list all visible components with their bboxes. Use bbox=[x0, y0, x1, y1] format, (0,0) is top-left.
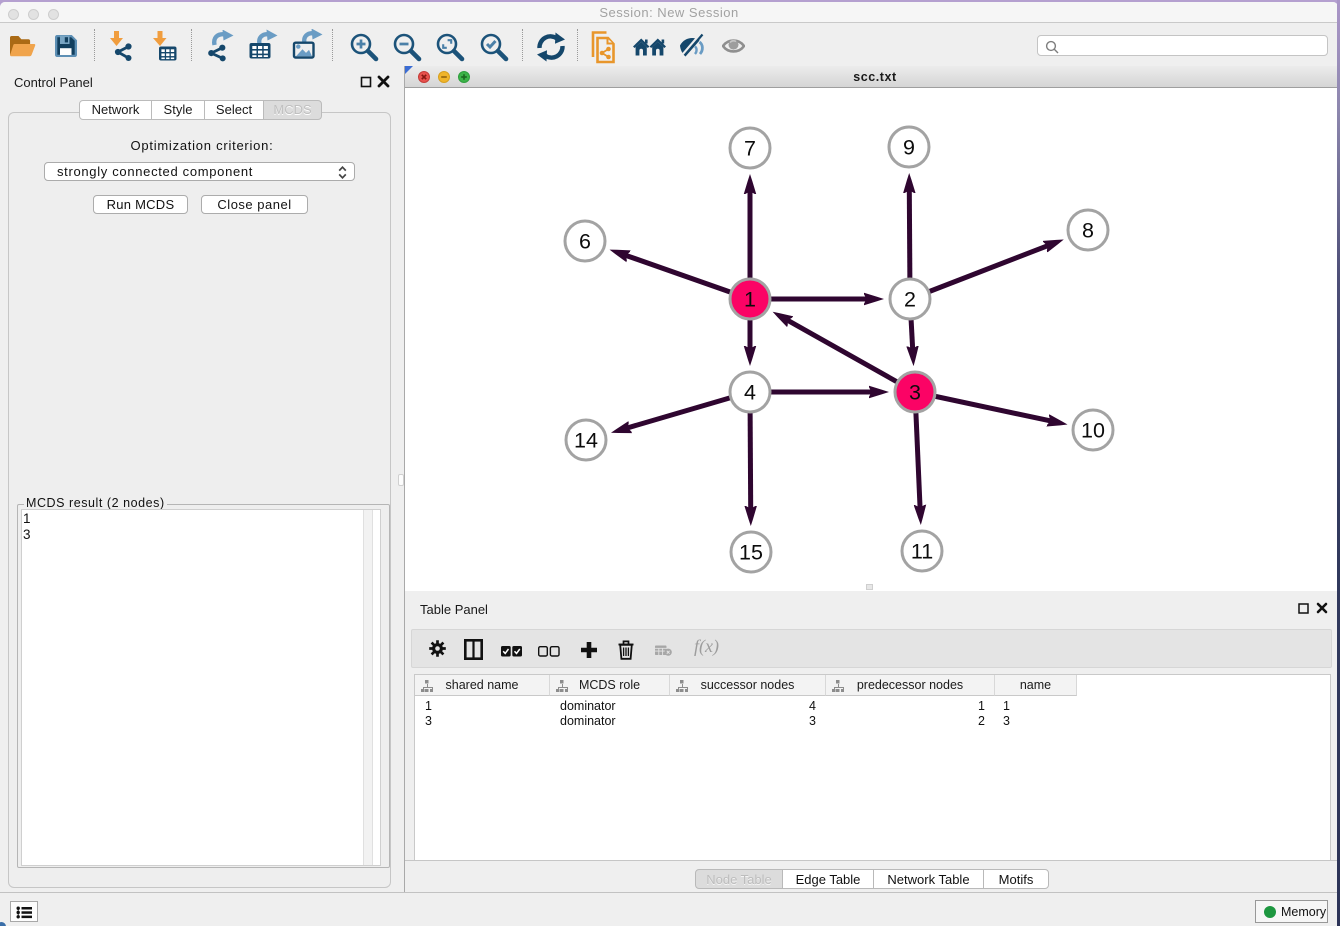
svg-text:4: 4 bbox=[744, 381, 756, 405]
svg-text:14: 14 bbox=[574, 429, 598, 453]
svg-text:11: 11 bbox=[911, 540, 933, 564]
svg-text:10: 10 bbox=[1081, 419, 1105, 443]
svg-text:9: 9 bbox=[903, 136, 915, 160]
svg-text:3: 3 bbox=[909, 381, 921, 405]
svg-text:15: 15 bbox=[739, 541, 763, 565]
svg-text:8: 8 bbox=[1082, 219, 1094, 243]
svg-text:7: 7 bbox=[744, 137, 756, 161]
svg-text:6: 6 bbox=[579, 230, 591, 254]
svg-text:1: 1 bbox=[744, 288, 756, 312]
svg-text:2: 2 bbox=[904, 288, 916, 312]
